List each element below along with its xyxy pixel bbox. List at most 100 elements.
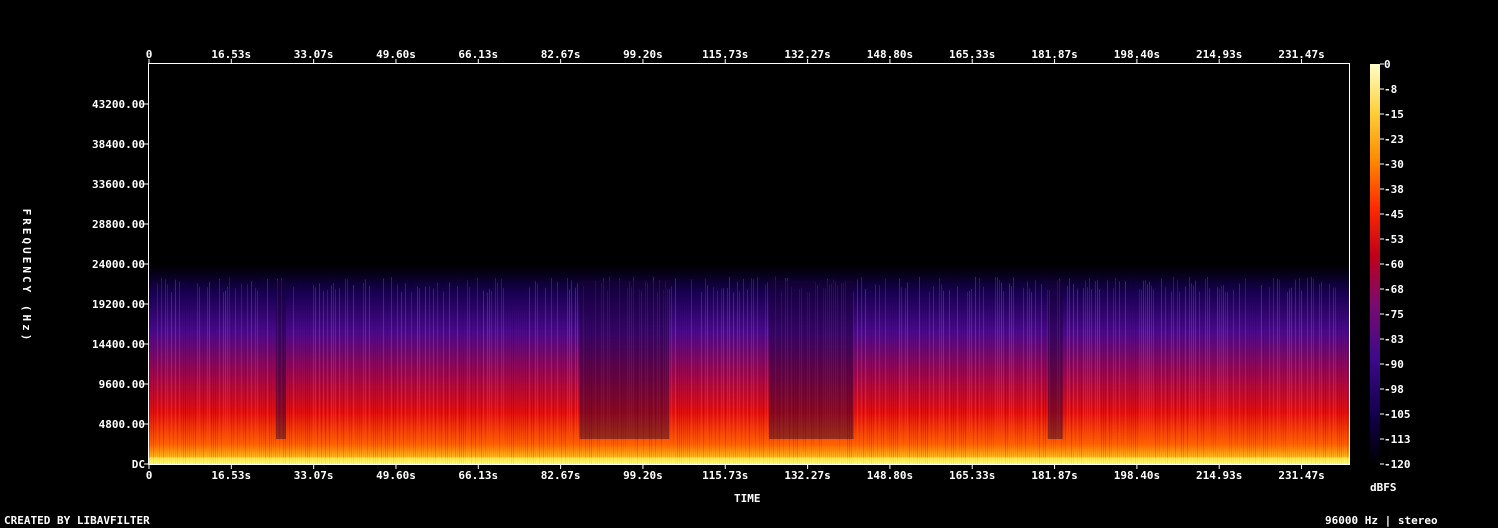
spectrum-streak (423, 288, 424, 464)
quiet-segment (1047, 280, 1063, 439)
spectrum-streak (883, 280, 884, 464)
x-tick-label-top: 0 (146, 48, 153, 61)
spectrum-streak (327, 289, 328, 464)
spectrum-streak (877, 285, 878, 464)
spectrum-streak (435, 285, 436, 464)
spectrum-streak (453, 282, 454, 464)
spectrum-streak (297, 290, 298, 464)
spectrum-streak (721, 288, 722, 464)
spectrum-streak (415, 279, 416, 464)
spectrum-streak (1163, 279, 1164, 464)
spectrum-streak (249, 289, 250, 464)
spectrum-streak (335, 289, 336, 464)
spectrum-streak (887, 280, 888, 464)
spectrum-streak (1179, 291, 1180, 464)
spectrum-streak (559, 284, 560, 464)
spectrum-streak (461, 279, 462, 464)
spectrum-streak (1341, 282, 1342, 464)
colorbar-tick-label: -30 (1384, 158, 1404, 171)
spectrum-streak (195, 280, 196, 464)
spectrum-streak (403, 291, 404, 464)
spectrum-streak (1331, 276, 1332, 464)
spectrum-streak (959, 288, 960, 464)
spectrum-streak (1297, 288, 1298, 464)
quiet-segment (275, 280, 286, 439)
colorbar-tick-label: -113 (1384, 433, 1411, 446)
spectrum-streak (1173, 276, 1174, 464)
spectrum-streak (707, 285, 708, 464)
spectrum-streak (1149, 281, 1150, 464)
spectrum-streak (477, 278, 478, 464)
spectrum-streak (1121, 282, 1122, 464)
spectrum-streak (1081, 280, 1082, 464)
spectrum-streak (351, 277, 352, 464)
spectrum-streak (481, 287, 482, 464)
spectrum-streak (207, 287, 208, 464)
quiet-segment (768, 280, 854, 439)
spectrum-streak (1135, 284, 1136, 464)
x-tick-label-top: 181.87s (1031, 48, 1077, 61)
spectrum-streak (365, 279, 366, 464)
colorbar-tick-label: -8 (1384, 83, 1397, 96)
colorbar-tick-label: -120 (1384, 458, 1411, 471)
colorbar-ticks: 0 -8 -15 -23 -30 -38 -45 -53 -60 -68 -75 -83 -90 -98 -… (1380, 58, 1411, 471)
spectrum-streak (575, 287, 576, 464)
spectrum-streak (981, 285, 982, 464)
spectrum-streak (691, 279, 692, 464)
spectrum-streak (511, 285, 512, 464)
spectrum-streak (1287, 291, 1288, 464)
spectrum-streak (1313, 279, 1314, 464)
spectrum-streak (273, 282, 274, 464)
spectrum-streak (897, 292, 898, 464)
spectrum-streak (291, 291, 292, 464)
spectrum-streak (1069, 278, 1070, 464)
spectrum-streak (501, 278, 502, 464)
spectrum-streak (167, 284, 168, 464)
spectrum-streak (459, 277, 460, 464)
spectrum-streak (1265, 283, 1266, 464)
spectrum-streak (1037, 285, 1038, 464)
spectrum-streak (989, 280, 990, 464)
spectrum-streak (1139, 288, 1140, 464)
x-tick-label-top: 148.80s (867, 48, 913, 61)
spectrum-streak (191, 291, 192, 464)
spectrum-streak (301, 281, 302, 464)
spectrum-streak (693, 279, 694, 464)
spectrum-streak (1177, 279, 1178, 464)
spectrum-streak (245, 290, 246, 464)
spectrum-streak (471, 278, 472, 464)
spectrum-streak (457, 286, 458, 464)
spectrum-streak (553, 281, 554, 464)
colorbar-tick-label: -75 (1384, 308, 1404, 321)
spectrum-streak (259, 289, 260, 464)
x-tick-label-bottom: 82.67s (541, 469, 581, 482)
spectrum-streak (955, 283, 956, 464)
spectrum-streak (1071, 290, 1072, 464)
spectrum-streak (755, 289, 756, 464)
spectrum-streak (401, 291, 402, 464)
spectrum-streak (487, 292, 488, 464)
spectrum-streak (479, 281, 480, 464)
spectrum-streak (377, 277, 378, 464)
spectrum-streak (499, 291, 500, 464)
spectrum-streak (927, 279, 928, 464)
spectrum-streak (1303, 290, 1304, 464)
spectrum-streak (451, 280, 452, 464)
spectrum-streak (715, 289, 716, 464)
spectrum-streak (519, 281, 520, 464)
spectrum-streak (1013, 277, 1014, 464)
spectrum-streak (421, 286, 422, 464)
spectrum-streak (229, 277, 230, 464)
spectrum-streak (445, 290, 446, 464)
spectrum-streak (1171, 291, 1172, 464)
spectrum-streak (1029, 288, 1030, 464)
spectrum-streak (1185, 286, 1186, 464)
spectrum-streak (1271, 282, 1272, 464)
spectrum-streak (919, 276, 920, 464)
spectrum-streak (1085, 280, 1086, 464)
spectrum-streak (867, 281, 868, 464)
spectrum-streak (965, 289, 966, 464)
spectrum-streak (1235, 281, 1236, 464)
spectrum-streak (349, 285, 350, 464)
spectrogram-chart: 0 16.53s 33.07s 49.60s 66.13s 82.67s 99.20s 115… (92, 48, 1411, 482)
